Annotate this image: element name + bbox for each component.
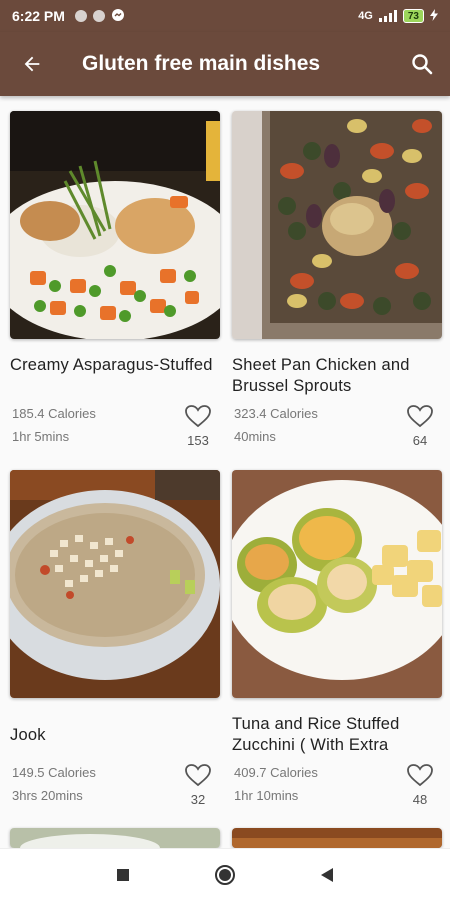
search-button[interactable]	[394, 32, 450, 96]
recipe-name: Tuna and Rice Stuffed Zucchini ( With Ex…	[232, 715, 400, 754]
recipe-grid: Creamy Asparagus-Stuffed 185.4 Calories …	[0, 96, 450, 848]
like-count: 153	[187, 433, 209, 448]
charging-icon	[430, 8, 438, 24]
notification-icon	[74, 10, 87, 22]
page-title: Gluten free main dishes	[82, 52, 321, 75]
like-count: 32	[190, 792, 206, 807]
arrow-left-icon	[24, 56, 40, 72]
heart-icon[interactable]	[184, 763, 212, 787]
like-count: 64	[412, 433, 428, 448]
search-icon	[412, 54, 433, 75]
recipe-card[interactable]: Jook 149.5 Calories 3hrs 20mins 32	[10, 470, 220, 815]
recipe-time: 3hrs 20mins	[12, 788, 83, 803]
heart-icon[interactable]	[184, 404, 212, 428]
recipe-time: 1hr 10mins	[234, 788, 299, 803]
recipe-image	[232, 111, 442, 339]
recipe-image	[10, 470, 220, 698]
recipe-card[interactable]: Sheet Pan Chicken and Brussel Sprouts 32…	[232, 111, 442, 456]
recipe-name: Jook	[10, 714, 220, 756]
recents-button[interactable]	[111, 863, 135, 887]
status-indicators: 4G 73	[358, 8, 438, 24]
app-bar: Gluten free main dishes	[0, 32, 450, 96]
recipe-calories: 323.4 Calories	[234, 406, 318, 421]
recipe-card[interactable]: Tuna and Rice Stuffed Zucchini ( With Ex…	[232, 470, 442, 815]
status-time: 6:22 PM	[12, 8, 65, 24]
recipe-meta: 149.5 Calories 3hrs 20mins 32	[10, 763, 220, 819]
recipe-image	[232, 828, 442, 848]
recipe-card[interactable]: Creamy Asparagus-Stuffed 185.4 Calories …	[10, 111, 220, 456]
recipe-image	[232, 470, 442, 698]
recipe-meta: 409.7 Calories 1hr 10mins 48	[232, 763, 442, 819]
recipe-name: Creamy Asparagus-Stuffed	[10, 356, 213, 374]
heart-icon[interactable]	[406, 763, 434, 787]
square-icon	[117, 868, 129, 881]
recipe-card[interactable]	[10, 828, 220, 848]
home-button[interactable]	[213, 863, 237, 887]
back-button[interactable]	[0, 32, 64, 96]
circle-icon	[215, 864, 235, 885]
network-type: 4G	[358, 10, 373, 22]
recipe-calories: 185.4 Calories	[12, 406, 96, 421]
recipe-name-text: Jook	[10, 725, 46, 744]
recipe-name: Sheet Pan Chicken and Brussel Sprouts	[232, 356, 410, 395]
recipe-image	[10, 111, 220, 339]
recipe-meta: 323.4 Calories 40mins 64	[232, 404, 442, 460]
recipe-image	[10, 828, 220, 848]
recipe-card[interactable]	[232, 828, 442, 848]
recipe-meta: 185.4 Calories 1hr 5mins 153	[10, 404, 220, 460]
system-nav-bar	[0, 848, 450, 900]
status-bar: 6:22 PM 4G 73	[0, 0, 450, 32]
notification-icon	[92, 10, 105, 22]
battery-level: 73	[407, 10, 419, 22]
back-nav-button[interactable]	[315, 863, 339, 887]
signal-icon	[378, 10, 397, 22]
recipe-time: 1hr 5mins	[12, 429, 70, 444]
recipe-time: 40mins	[234, 429, 276, 444]
triangle-back-icon	[321, 867, 333, 882]
recipe-calories: 409.7 Calories	[234, 765, 318, 780]
messenger-icon	[111, 8, 125, 25]
recipe-calories: 149.5 Calories	[12, 765, 96, 780]
heart-icon[interactable]	[406, 404, 434, 428]
battery-icon: 73	[402, 9, 424, 23]
like-count: 48	[412, 792, 428, 807]
